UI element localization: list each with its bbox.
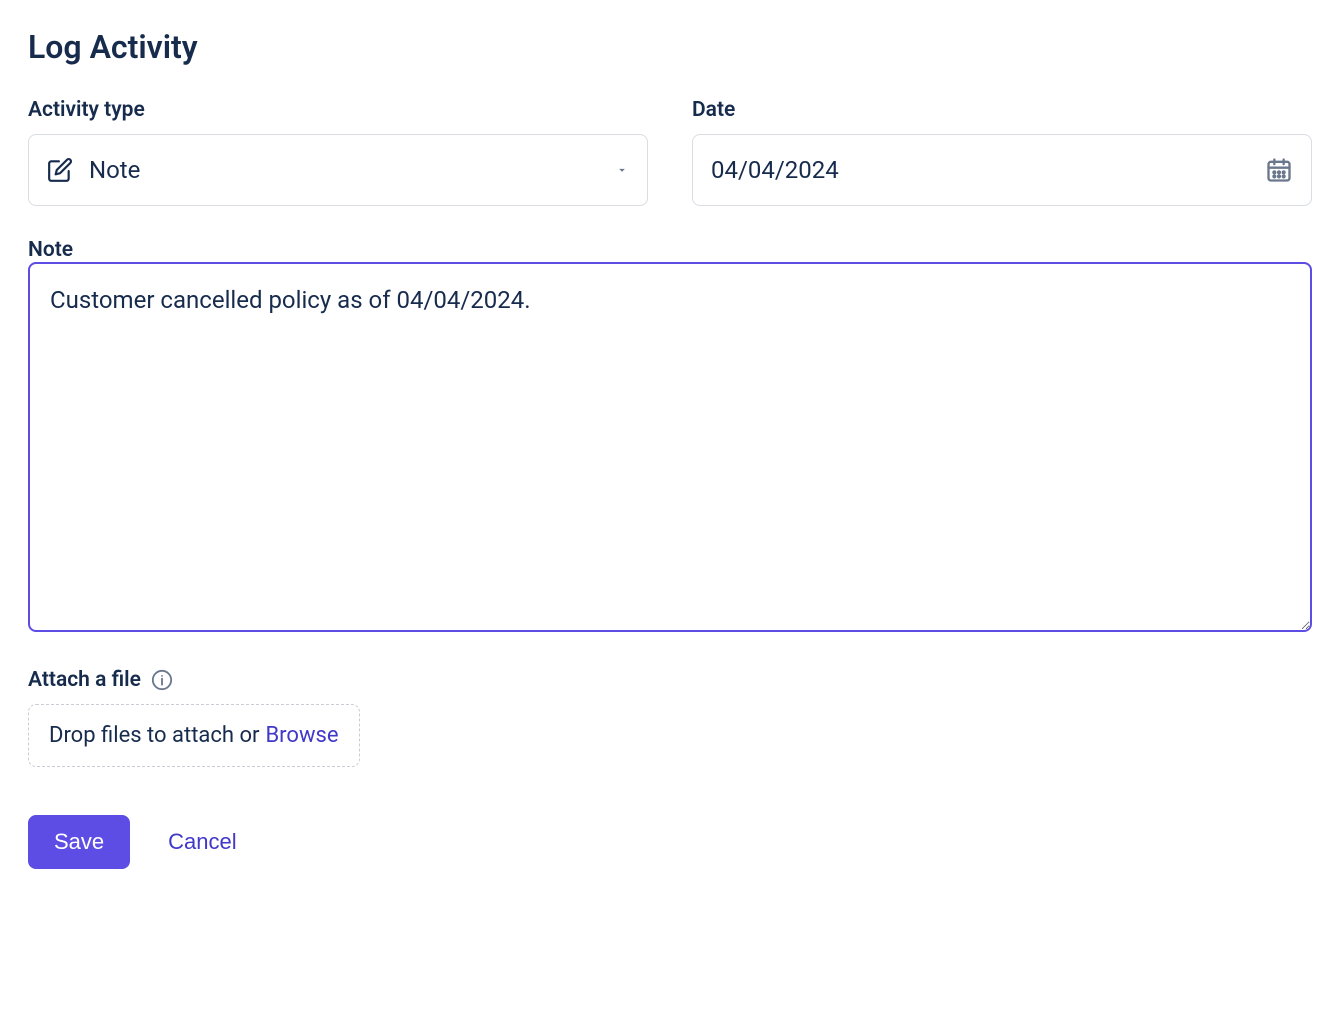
attach-group: Attach a file Drop files to attach or Br…: [28, 668, 1312, 767]
page-title: Log Activity: [28, 28, 1312, 66]
top-fields-row: Activity type Note Date 04/04/2024: [28, 98, 1312, 206]
date-label: Date: [692, 98, 1312, 122]
edit-icon: [47, 157, 73, 183]
activity-type-group: Activity type Note: [28, 98, 648, 206]
activity-type-label: Activity type: [28, 98, 648, 122]
cancel-button[interactable]: Cancel: [168, 829, 236, 855]
date-group: Date 04/04/2024: [692, 98, 1312, 206]
calendar-icon: [1265, 156, 1293, 184]
info-icon: [151, 669, 173, 691]
save-button[interactable]: Save: [28, 815, 130, 869]
note-textarea[interactable]: [28, 262, 1312, 632]
chevron-down-icon: [615, 163, 629, 177]
date-input[interactable]: 04/04/2024: [692, 134, 1312, 206]
actions-row: Save Cancel: [28, 815, 1312, 869]
dropzone-text: Drop files to attach or: [49, 723, 259, 748]
activity-type-select[interactable]: Note: [28, 134, 648, 206]
file-dropzone[interactable]: Drop files to attach or Browse: [28, 704, 360, 767]
note-group: Note: [28, 238, 1312, 636]
browse-link[interactable]: Browse: [265, 723, 338, 748]
date-value: 04/04/2024: [711, 156, 839, 184]
activity-type-value: Note: [89, 156, 140, 184]
note-label: Note: [28, 238, 73, 262]
attach-label-row: Attach a file: [28, 668, 1312, 692]
attach-label: Attach a file: [28, 668, 141, 692]
